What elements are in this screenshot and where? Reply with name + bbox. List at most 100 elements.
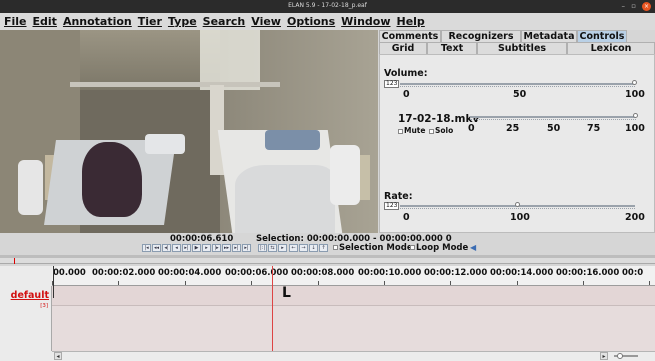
- media-volume-track[interactable]: [470, 116, 636, 118]
- ruler-tick: [450, 281, 451, 285]
- tab-lexicon[interactable]: Lexicon: [567, 42, 655, 54]
- volume-number-icon[interactable]: 123: [384, 80, 400, 88]
- tick-label-10s: 00:00:10.000: [358, 268, 422, 278]
- menu-help[interactable]: Help: [397, 15, 425, 28]
- zoom-slider-thumb[interactable]: [617, 353, 623, 359]
- tier-annotation-count: [3]: [40, 303, 48, 309]
- tab-subtitles[interactable]: Subtitles: [477, 42, 567, 54]
- media-volume-ticks: [470, 119, 636, 122]
- previous-annotation-button[interactable]: ←: [289, 244, 298, 252]
- tab-comments[interactable]: Comments: [379, 30, 441, 42]
- menu-annotation[interactable]: Annotation: [63, 15, 132, 28]
- play-button[interactable]: ▶: [192, 244, 201, 252]
- tab-controls[interactable]: Controls: [577, 30, 627, 42]
- video-sheet-right: [235, 165, 335, 233]
- go-to-end-button[interactable]: ▸|: [232, 244, 241, 252]
- scroll-left-icon[interactable]: ◂: [54, 352, 62, 360]
- ruler-tick: [185, 281, 186, 285]
- tab-text[interactable]: Text: [427, 42, 477, 54]
- extra-nav-button[interactable]: ▸|: [242, 244, 251, 252]
- volume-max-label: 100: [625, 89, 645, 100]
- elan-window: ELAN 5.9 - 17-02-18_p.eaf – ▫ × File Edi…: [0, 0, 655, 361]
- media-scale-50: 50: [547, 123, 561, 134]
- volume-slider-thumb[interactable]: [632, 80, 637, 85]
- speaker-icon[interactable]: ◀: [470, 243, 476, 252]
- menu-type[interactable]: Type: [168, 15, 197, 28]
- play-selection-button[interactable]: ▸|: [182, 244, 191, 252]
- tier-label-panel: default [3]: [0, 286, 52, 351]
- controls-panel: Volume: 123 0 50 100 17-02-18.mkv Mute S…: [379, 54, 655, 233]
- selection-buttons: |:| ⇆ ▸: [258, 244, 288, 252]
- media-scale-25: 25: [506, 123, 520, 134]
- time-ruler[interactable]: 00.000 00:00:02.000 00:00:04.000 00:00:0…: [52, 266, 655, 286]
- horizontal-scrollbar[interactable]: [52, 351, 655, 361]
- selection-begin-button[interactable]: ▸: [278, 244, 287, 252]
- volume-min-label: 0: [403, 89, 410, 100]
- tab-metadata[interactable]: Metadata: [521, 30, 577, 42]
- solo-checkbox-box[interactable]: [429, 128, 434, 134]
- rate-number-icon[interactable]: 123: [384, 202, 400, 210]
- video-viewer[interactable]: [0, 30, 378, 233]
- video-curtain-rail: [70, 82, 280, 87]
- tab-grid[interactable]: Grid: [379, 42, 427, 54]
- next-annotation-button[interactable]: →: [299, 244, 308, 252]
- media-position-bar[interactable]: [0, 258, 655, 264]
- go-to-begin-button[interactable]: |◂: [142, 244, 151, 252]
- rate-label: Rate:: [384, 191, 413, 202]
- next-pixel-button[interactable]: ▸: [202, 244, 211, 252]
- previous-pixel-button[interactable]: ◂: [172, 244, 181, 252]
- media-scale-0: 0: [468, 123, 475, 134]
- next-second-button[interactable]: ▸▸: [222, 244, 231, 252]
- previous-frame-button[interactable]: ◂|: [162, 244, 171, 252]
- side-panel: Comments Recognizers Metadata Controls G…: [379, 30, 655, 233]
- minimize-icon[interactable]: –: [622, 2, 626, 10]
- toggle-crosshair-button[interactable]: ⇆: [268, 244, 277, 252]
- menu-search[interactable]: Search: [203, 15, 246, 28]
- menu-window[interactable]: Window: [341, 15, 390, 28]
- menu-edit[interactable]: Edit: [33, 15, 57, 28]
- tick-label-6s: 00:00:06.000: [225, 268, 289, 278]
- mute-label: Mute: [404, 126, 426, 135]
- tier-name-default[interactable]: default: [11, 290, 49, 301]
- next-frame-button[interactable]: |▸: [212, 244, 221, 252]
- annotation-down-button[interactable]: ↓: [309, 244, 318, 252]
- scroll-right-icon[interactable]: ▸: [600, 352, 608, 360]
- rate-mid-label: 100: [510, 212, 530, 223]
- loop-mode-toggle[interactable]: Loop Mode: [410, 243, 468, 253]
- timeline-viewer[interactable]: 00.000 00:00:02.000 00:00:04.000 00:00:0…: [0, 266, 655, 361]
- crosshair-cursor[interactable]: [272, 266, 273, 351]
- previous-second-button[interactable]: ◂◂: [152, 244, 161, 252]
- tick-label-2s: 00:00:02.000: [92, 268, 156, 278]
- clear-selection-button[interactable]: |:|: [258, 244, 267, 252]
- ruler-tick: [583, 281, 584, 285]
- mute-checkbox-box[interactable]: [398, 128, 403, 134]
- rate-slider-thumb[interactable]: [514, 202, 520, 207]
- selection-mode-checkbox[interactable]: [333, 245, 338, 250]
- video-pillow-right: [265, 130, 320, 150]
- mute-checkbox[interactable]: Mute: [398, 126, 425, 135]
- mouse-cursor-icon: L: [282, 285, 291, 301]
- menu-tier[interactable]: Tier: [138, 15, 162, 28]
- menu-file[interactable]: File: [4, 15, 27, 28]
- volume-slider-track[interactable]: [400, 83, 635, 85]
- maximize-icon[interactable]: ▫: [631, 2, 636, 10]
- window-title: ELAN 5.9 - 17-02-18_p.eaf: [288, 2, 367, 9]
- media-volume-thumb[interactable]: [633, 113, 638, 118]
- rate-max-label: 200: [625, 212, 645, 223]
- selection-mode-toggle[interactable]: Selection Mode: [333, 243, 413, 253]
- media-position-marker[interactable]: [14, 258, 15, 264]
- tab-recognizers[interactable]: Recognizers: [441, 30, 521, 42]
- ruler-tick: [318, 281, 319, 285]
- menu-options[interactable]: Options: [287, 15, 335, 28]
- video-blanket-left: [82, 142, 142, 217]
- ruler-tick: [649, 281, 650, 285]
- video-chair: [18, 160, 43, 215]
- solo-checkbox[interactable]: Solo: [429, 126, 453, 135]
- tier-row-default[interactable]: [52, 286, 655, 306]
- close-icon[interactable]: ×: [642, 2, 651, 11]
- video-window-light: [200, 30, 260, 90]
- media-scale-100: 100: [625, 123, 645, 134]
- annotation-up-button[interactable]: ↑: [319, 244, 328, 252]
- menu-view[interactable]: View: [251, 15, 281, 28]
- loop-mode-checkbox[interactable]: [410, 245, 415, 250]
